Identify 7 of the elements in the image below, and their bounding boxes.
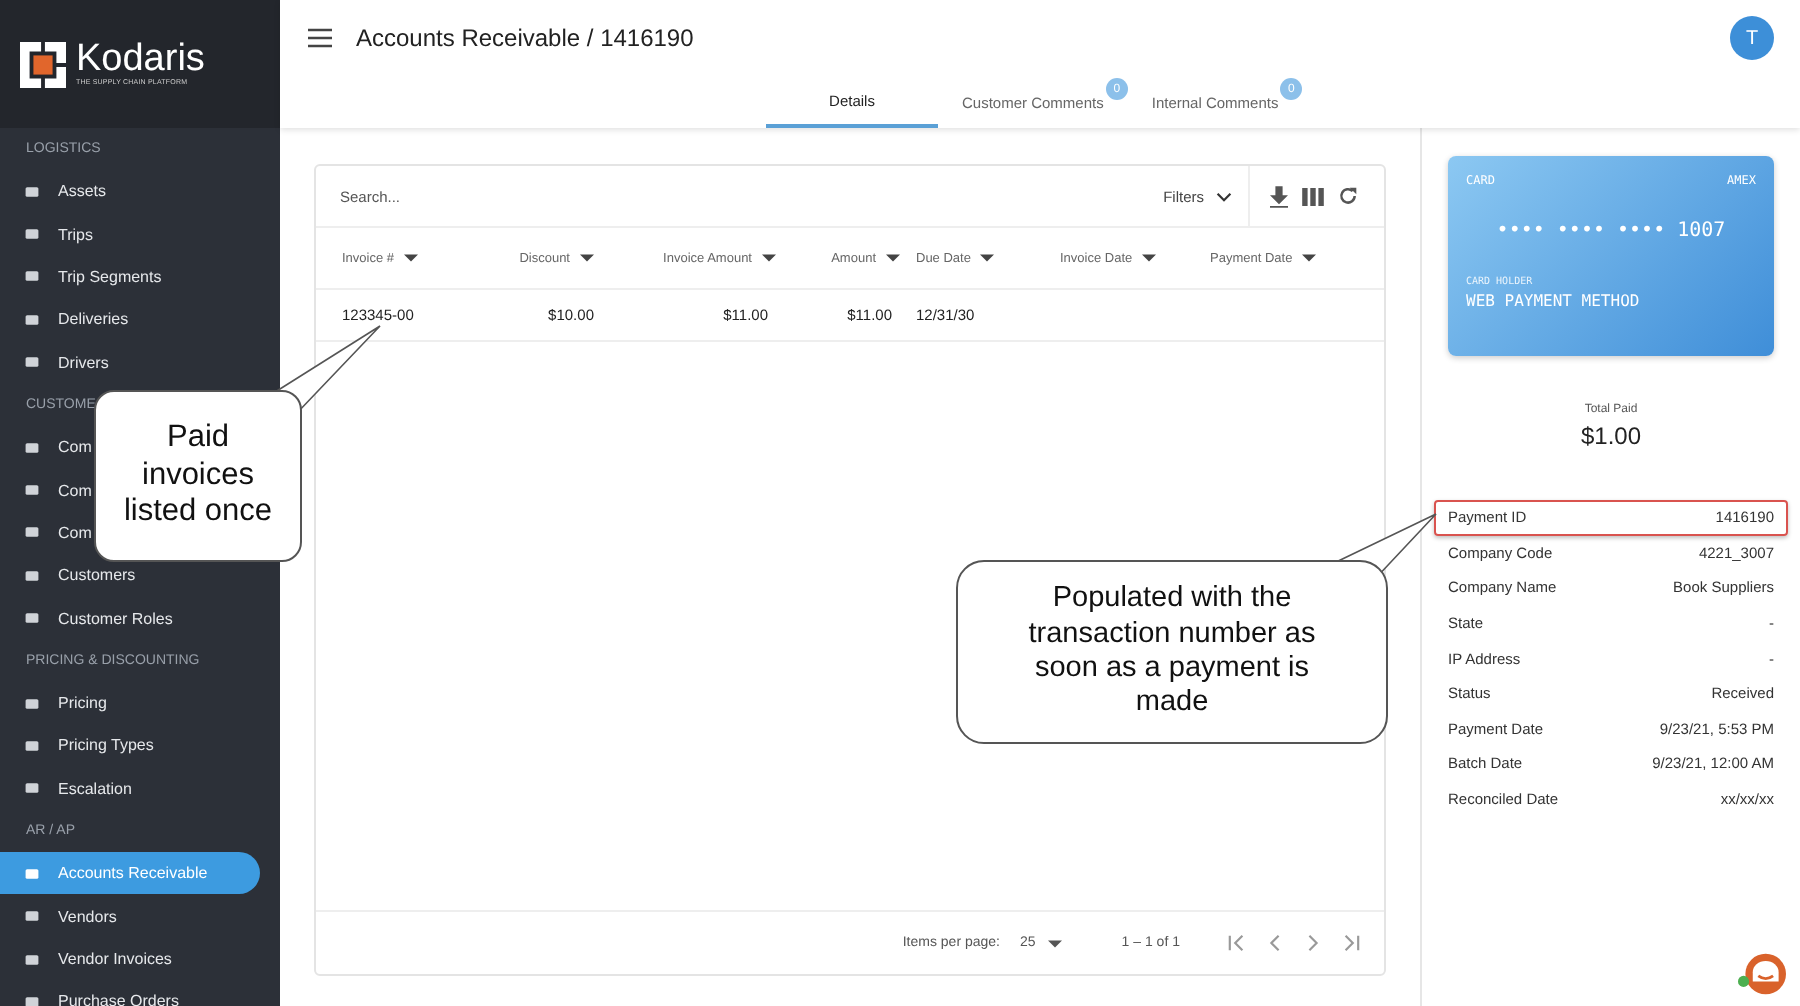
brand-name: Kodaris [76,42,205,78]
card-number: •••• •••• •••• 1007 [1494,220,1728,242]
card-holder: WEB PAYMENT METHOD [1466,292,1642,310]
annotation-tooltip: Populated with the transaction number as soon as a payment is made [956,560,1388,744]
total-amount: $1.00 [1580,422,1642,450]
page-title: Accounts Receivable / 1416190 [356,24,696,52]
annotation-tooltip: Paid invoices listed once [94,390,302,562]
